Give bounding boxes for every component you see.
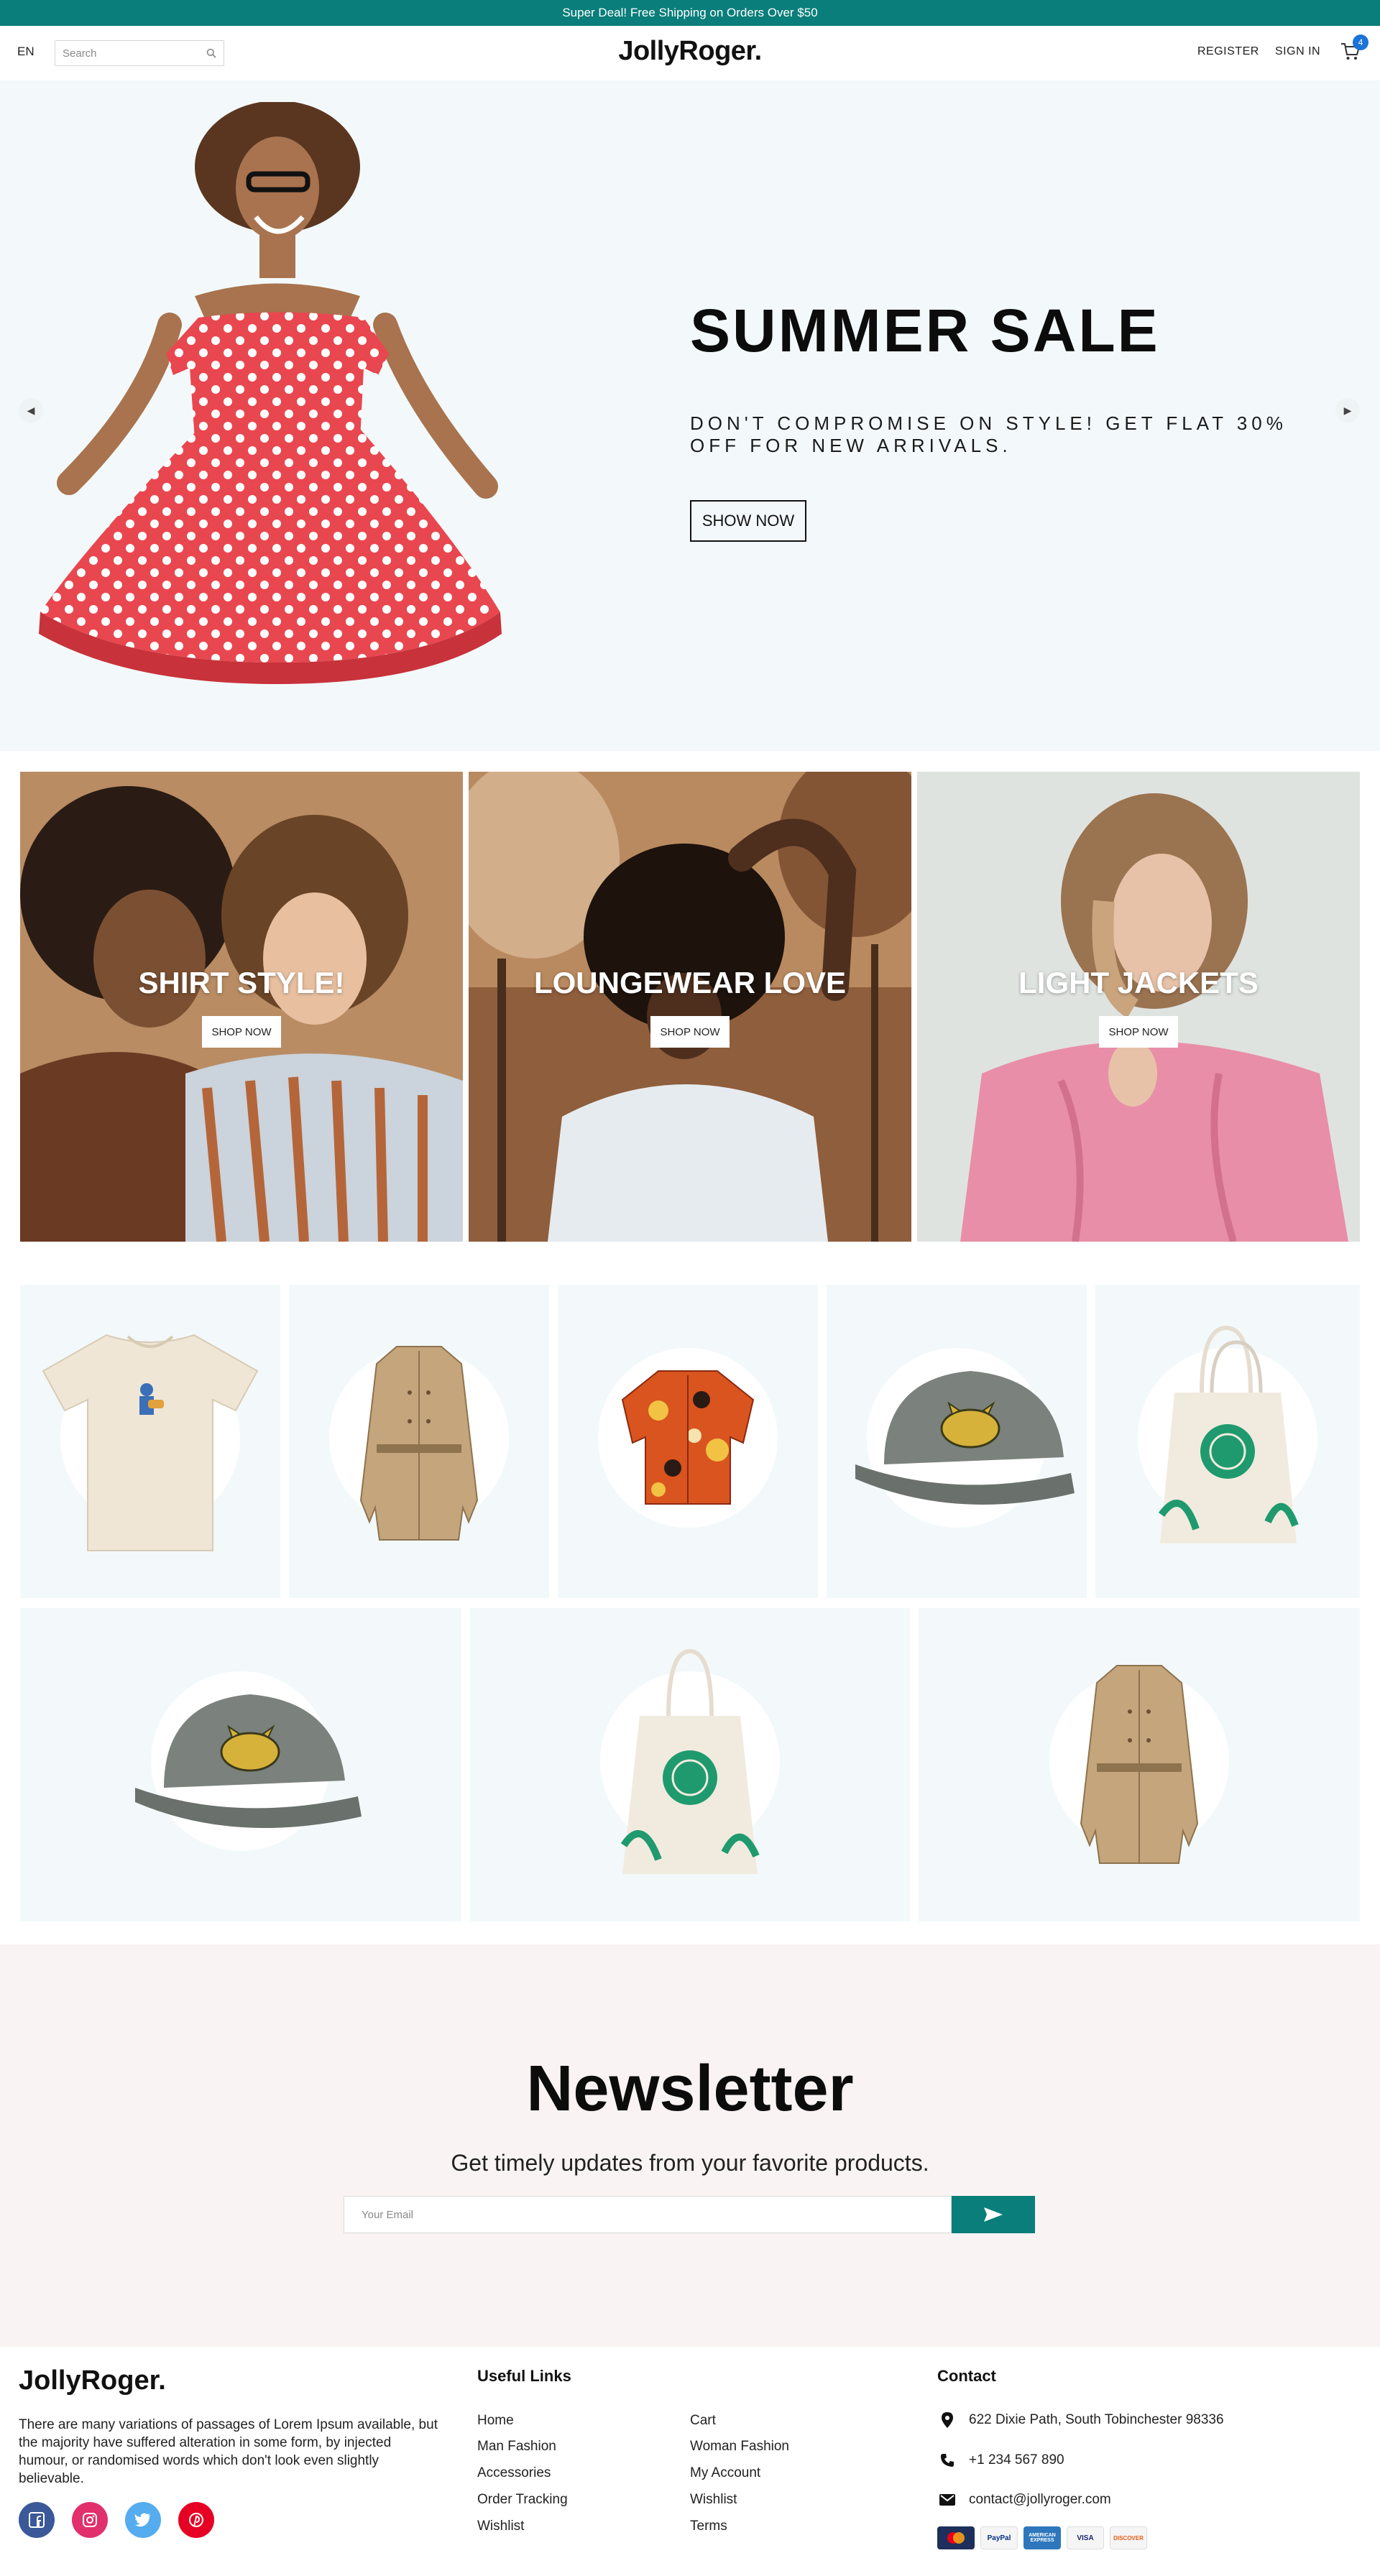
footer-link-terms[interactable]: Terms (690, 2519, 727, 2534)
product-card[interactable] (20, 1285, 280, 1598)
discover-icon: DISCOVER (1110, 2526, 1147, 2549)
register-link[interactable]: REGISTER (1197, 45, 1259, 58)
facebook-icon[interactable] (19, 2502, 55, 2538)
sign-in-link[interactable]: SIGN IN (1275, 45, 1320, 58)
language-selector[interactable]: EN (17, 45, 34, 59)
footer-logo[interactable]: JollyRoger. (19, 2365, 166, 2396)
newsletter-submit-button[interactable] (952, 2196, 1035, 2233)
product-image-hawaiian-shirt (621, 1370, 755, 1505)
category-banner-loungewear[interactable]: LOUNGEWEAR LOVE SHOP NOW (469, 772, 911, 1242)
mail-icon (937, 2490, 957, 2510)
hero-subtitle: DON'T COMPROMISE ON STYLE! GET FLAT 30% … (690, 412, 1287, 456)
send-icon (984, 2207, 1003, 2222)
contact-email: contact@jollyroger.com (937, 2490, 1111, 2510)
hero-show-now-button[interactable]: SHOW NOW (690, 500, 806, 542)
footer-link-cart[interactable]: Cart (690, 2413, 716, 2429)
category-title: LIGHT JACKETS (1018, 966, 1259, 1000)
category-banner-shirts[interactable]: SHIRT STYLE! SHOP NOW (20, 772, 463, 1242)
location-pin-icon (937, 2410, 957, 2430)
newsletter-title: Newsletter (526, 2053, 854, 2125)
product-card[interactable] (20, 1608, 461, 1921)
product-image-trench-coat (359, 1346, 479, 1541)
footer-link-man-fashion[interactable]: Man Fashion (477, 2439, 556, 2455)
category-image-shirts (20, 772, 463, 1242)
footer-description: There are many variations of passages of… (19, 2417, 438, 2486)
pinterest-icon[interactable] (178, 2502, 214, 2538)
cart-count-badge: 4 (1353, 34, 1368, 50)
twitter-icon[interactable] (125, 2502, 161, 2538)
contact-heading: Contact (937, 2367, 996, 2385)
newsletter-subtitle: Get timely updates from your favorite pr… (451, 2150, 929, 2176)
footer-link-home[interactable]: Home (477, 2413, 514, 2429)
product-card[interactable] (558, 1285, 818, 1598)
product-image-tote-bag (620, 1648, 760, 1874)
footer-link-wishlist[interactable]: Wishlist (477, 2519, 524, 2534)
useful-links-heading: Useful Links (477, 2367, 571, 2385)
hero-model-image (39, 102, 502, 684)
contact-address: 622 Dixie Path, South Tobinchester 98336 (937, 2410, 1224, 2430)
footer-link-order-tracking[interactable]: Order Tracking (477, 2492, 568, 2508)
site-logo[interactable]: JollyRoger. (618, 36, 762, 67)
product-image-tote-bag (1158, 1325, 1299, 1543)
search-icon[interactable] (206, 48, 216, 58)
search-input[interactable] (55, 41, 192, 65)
product-card[interactable] (289, 1285, 549, 1598)
footer-link-my-account[interactable]: My Account (690, 2465, 760, 2481)
contact-email-text[interactable]: contact@jollyroger.com (969, 2492, 1111, 2508)
shop-now-button[interactable]: SHOP NOW (650, 1016, 730, 1048)
chevron-right-icon[interactable]: ▶ (1335, 398, 1360, 423)
shop-now-button[interactable]: SHOP NOW (202, 1016, 281, 1048)
category-title: SHIRT STYLE! (138, 966, 345, 1000)
amex-icon: AMERICAN EXPRESS (1024, 2526, 1061, 2549)
phone-icon (937, 2450, 957, 2470)
product-image-trench-coat (1080, 1665, 1199, 1864)
newsletter-section: Newsletter Get timely updates from your … (0, 1944, 1380, 2347)
site-header: EN JollyRoger. REGISTER SIGN IN 4 (0, 26, 1380, 80)
instagram-icon[interactable] (72, 2502, 108, 2538)
contact-phone-text[interactable]: +1 234 567 890 (969, 2452, 1064, 2468)
product-image-cap (855, 1371, 1075, 1505)
footer-link-accessories[interactable]: Accessories (477, 2465, 551, 2481)
search-box (55, 40, 224, 66)
newsletter-email-input[interactable] (344, 2196, 952, 2233)
announcement-text: Super Deal! Free Shipping on Orders Over… (562, 6, 818, 19)
paypal-icon: PayPal (980, 2526, 1018, 2549)
contact-address-text: 622 Dixie Path, South Tobinchester 98336 (969, 2412, 1224, 2427)
hero-title: SUMMER SALE (690, 297, 1160, 364)
announcement-bar: Super Deal! Free Shipping on Orders Over… (0, 0, 1380, 26)
product-image-t-shirt (42, 1334, 259, 1551)
product-card[interactable] (470, 1608, 910, 1921)
product-card[interactable] (1095, 1285, 1360, 1598)
visa-icon: VISA (1067, 2526, 1104, 2549)
category-banner-jackets[interactable]: LIGHT JACKETS SHOP NOW (917, 772, 1360, 1242)
category-image-jackets (917, 772, 1360, 1242)
category-image-loungewear (469, 772, 911, 1242)
hero-slider: ◀ SUMMER SALE DON'T COMPROMISE ON STYLE!… (0, 80, 1380, 751)
product-image-cap (135, 1694, 362, 1828)
product-card[interactable] (827, 1285, 1087, 1598)
product-card[interactable] (919, 1608, 1360, 1921)
site-footer: JollyRoger. There are many variations of… (0, 2347, 1380, 2576)
shop-now-button[interactable]: SHOP NOW (1099, 1016, 1178, 1048)
contact-phone: +1 234 567 890 (937, 2450, 1064, 2470)
footer-link-wishlist-2[interactable]: Wishlist (690, 2492, 737, 2508)
category-title: LOUNGEWEAR LOVE (533, 966, 846, 1000)
mastercard-icon (937, 2526, 975, 2549)
footer-link-woman-fashion[interactable]: Woman Fashion (690, 2439, 789, 2455)
